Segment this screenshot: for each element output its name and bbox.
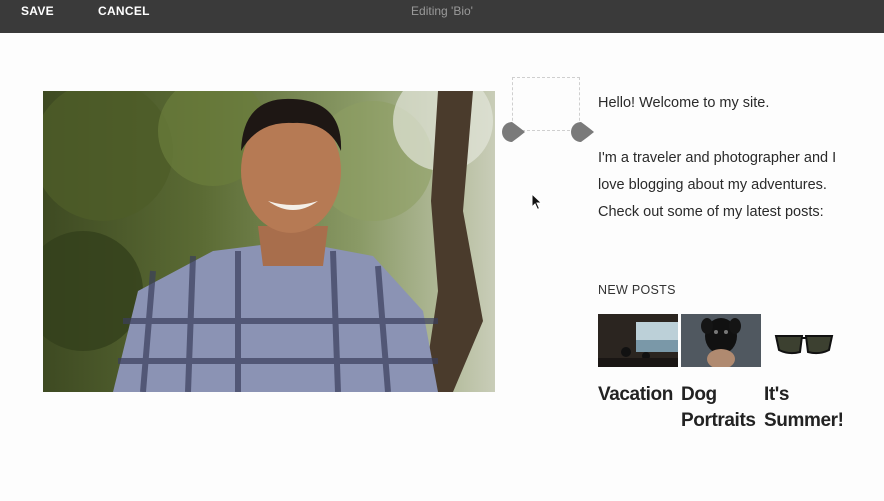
post-thumbnail[interactable] — [598, 314, 678, 367]
bio-intro: Hello! Welcome to my site. — [598, 95, 770, 111]
post-card[interactable]: It's Summer! — [764, 314, 842, 434]
mouse-pointer-icon — [531, 192, 543, 216]
editing-title: Editing 'Bio' — [411, 4, 473, 18]
post-thumbnail[interactable] — [764, 314, 842, 367]
spacer-left-handle[interactable] — [501, 121, 525, 143]
spacer-right-handle[interactable] — [570, 121, 594, 143]
bio-body: I'm a traveler and photographer and I lo… — [598, 150, 837, 220]
post-title[interactable]: It's Summer! — [764, 382, 842, 434]
post-card[interactable]: Dog Portraits — [681, 314, 761, 434]
post-thumbnail[interactable] — [681, 314, 761, 367]
post-title[interactable]: Dog Portraits — [681, 382, 761, 434]
new-posts-heading: NEW POSTS — [598, 283, 676, 297]
post-card[interactable]: Vacation — [598, 314, 678, 408]
bio-photo[interactable] — [43, 91, 495, 392]
bio-text[interactable]: Hello! Welcome to my site. I'm a travele… — [598, 90, 858, 226]
editor-toolbar: SAVE CANCEL Editing 'Bio' — [0, 0, 884, 33]
post-title[interactable]: Vacation — [598, 382, 678, 408]
